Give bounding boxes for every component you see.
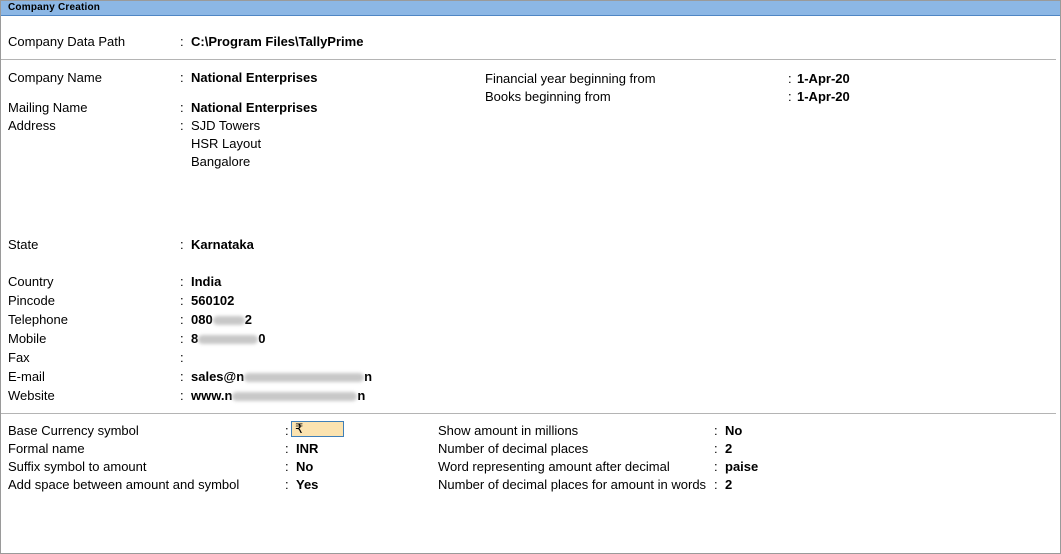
colon: :	[714, 423, 718, 438]
data-path-value[interactable]: C:\Program Files\TallyPrime	[191, 34, 363, 50]
colon: :	[285, 423, 289, 438]
telephone-prefix: 080	[191, 312, 213, 327]
company-name-label: Company Name	[8, 70, 102, 85]
formal-name-field[interactable]: INR	[296, 441, 318, 457]
telephone-field[interactable]: 080 2	[191, 312, 252, 328]
telephone-label: Telephone	[8, 312, 68, 327]
address-label: Address	[8, 118, 56, 133]
address-line-2[interactable]: HSR Layout	[191, 136, 261, 152]
window-title: Company Creation	[8, 2, 101, 13]
decimal-word-label: Word representing amount after decimal	[438, 459, 670, 474]
mobile-label: Mobile	[8, 331, 47, 346]
website-label: Website	[8, 388, 55, 403]
colon: :	[180, 369, 184, 384]
email-label: E-mail	[8, 369, 45, 384]
fy-field[interactable]: 1-Apr-20	[797, 71, 850, 87]
title-bar: Company Creation	[1, 1, 1060, 16]
pincode-field[interactable]: 560102	[191, 293, 234, 309]
colon: :	[714, 477, 718, 492]
colon: :	[285, 477, 289, 492]
suffix-symbol-label: Suffix symbol to amount	[8, 459, 147, 474]
add-space-field[interactable]: Yes	[296, 477, 318, 493]
state-field[interactable]: Karnataka	[191, 237, 254, 253]
colon: :	[285, 459, 289, 474]
pincode-label: Pincode	[8, 293, 55, 308]
fax-label: Fax	[8, 350, 30, 365]
show-millions-label: Show amount in millions	[438, 423, 579, 438]
state-label: State	[8, 237, 39, 252]
website-field[interactable]: www.n n	[191, 388, 365, 404]
colon: :	[180, 312, 184, 327]
telephone-suffix: 2	[244, 312, 252, 327]
colon: :	[180, 388, 184, 403]
words-decimal-label: Number of decimal places for amount in w…	[438, 477, 707, 492]
formal-name-label: Formal name	[8, 441, 85, 456]
website-suffix: n	[357, 388, 366, 403]
base-currency-input[interactable]: ₹	[291, 421, 344, 437]
redacted-blur	[198, 335, 259, 345]
address-line-1[interactable]: SJD Towers	[191, 118, 260, 134]
decimal-places-label: Number of decimal places	[438, 441, 589, 456]
country-field[interactable]: India	[191, 274, 221, 290]
divider	[1, 413, 1056, 414]
colon: :	[180, 100, 184, 115]
decimal-word-field[interactable]: paise	[725, 459, 758, 475]
website-prefix: www.n	[191, 388, 233, 403]
redacted-blur	[232, 392, 358, 402]
redacted-blur	[212, 316, 245, 326]
base-currency-label: Base Currency symbol	[8, 423, 139, 438]
mailing-name-label: Mailing Name	[8, 100, 88, 115]
redacted-blur	[244, 373, 365, 383]
data-path-label: Company Data Path	[8, 34, 126, 49]
mailing-name-field[interactable]: National Enterprises	[191, 100, 317, 116]
mobile-prefix: 8	[191, 331, 199, 346]
divider	[1, 59, 1056, 60]
colon: :	[788, 89, 792, 104]
fy-label: Financial year beginning from	[485, 71, 656, 86]
colon: :	[180, 70, 184, 85]
colon: :	[788, 71, 792, 86]
colon: :	[180, 118, 184, 133]
mobile-field[interactable]: 80	[191, 331, 265, 347]
email-prefix: sales@n	[191, 369, 245, 384]
show-millions-field[interactable]: No	[725, 423, 742, 439]
colon: :	[180, 331, 184, 346]
mobile-suffix: 0	[258, 331, 266, 346]
company-name-field[interactable]: National Enterprises	[191, 70, 317, 86]
colon: :	[180, 293, 184, 308]
add-space-label: Add space between amount and symbol	[8, 477, 240, 492]
books-label: Books beginning from	[485, 89, 611, 104]
email-field[interactable]: sales@n n	[191, 369, 372, 385]
suffix-symbol-field[interactable]: No	[296, 459, 313, 475]
colon: :	[714, 459, 718, 474]
country-label: Country	[8, 274, 54, 289]
address-line-3[interactable]: Bangalore	[191, 154, 250, 170]
books-field[interactable]: 1-Apr-20	[797, 89, 850, 105]
colon: :	[714, 441, 718, 456]
colon: :	[180, 34, 184, 49]
email-suffix: n	[364, 369, 373, 384]
colon: :	[180, 350, 184, 365]
decimal-places-field[interactable]: 2	[725, 441, 732, 457]
colon: :	[180, 237, 184, 252]
colon: :	[285, 441, 289, 456]
colon: :	[180, 274, 184, 289]
words-decimal-field[interactable]: 2	[725, 477, 732, 493]
